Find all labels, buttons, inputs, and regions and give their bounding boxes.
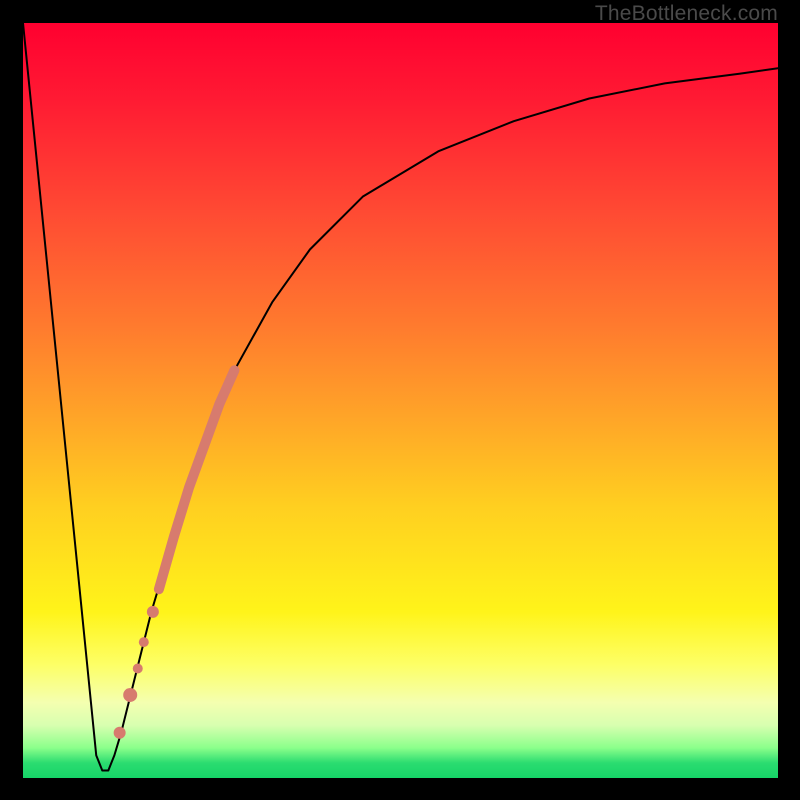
- attribution-text: TheBottleneck.com: [595, 2, 778, 26]
- plot-area: [23, 23, 778, 778]
- bottleneck-curve: [23, 23, 778, 770]
- chart-svg: [23, 23, 778, 778]
- highlight-band: [159, 370, 235, 589]
- highlight-dots: [114, 606, 159, 739]
- chart-frame: TheBottleneck.com: [0, 0, 800, 800]
